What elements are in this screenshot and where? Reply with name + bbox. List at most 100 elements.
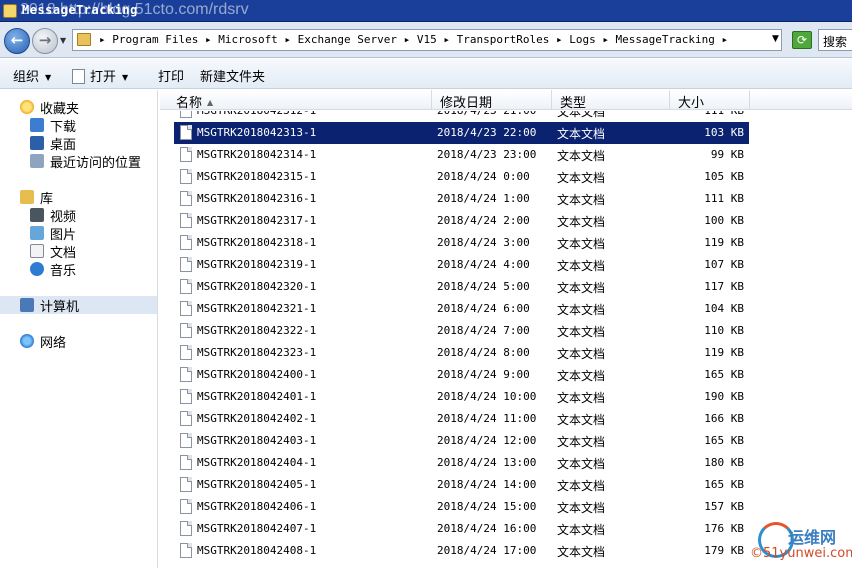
file-row[interactable]: MSGTRK2018042317-1 2018/4/24 2:00 文本文档 100 … — [174, 210, 749, 232]
text-file-icon — [180, 323, 192, 338]
file-row[interactable]: MSGTRK2018042319-1 2018/4/24 4:00 文本文档 107 … — [174, 254, 749, 276]
file-name: MSGTRK2018042319-1 — [197, 258, 317, 271]
file-type: 文本文档 — [557, 413, 606, 427]
file-type: 文本文档 — [557, 111, 606, 119]
column-header-date[interactable]: 修改日期 — [432, 90, 552, 111]
file-date: 2018/4/24 12:00 — [437, 434, 537, 447]
file-date: 2018/4/24 3:00 — [437, 236, 530, 249]
address-input[interactable]: ▸ Program Files ▸ Microsoft ▸ Exchange S… — [72, 29, 782, 51]
file-date: 2018/4/24 15:00 — [437, 500, 537, 513]
recent-places-icon — [30, 154, 44, 168]
file-name: MSGTRK2018042312-1 — [197, 111, 316, 117]
file-type: 文本文档 — [557, 193, 606, 207]
column-header-type[interactable]: 类型 — [552, 90, 670, 111]
file-date: 2018/4/24 2:00 — [437, 214, 530, 227]
text-file-icon — [180, 499, 192, 514]
file-row[interactable]: MSGTRK2018042313-1 2018/4/23 22:00 文本文档 103… — [174, 122, 749, 144]
file-row[interactable]: MSGTRK2018042402-1 2018/4/24 11:00 文本文档 166… — [174, 408, 749, 430]
text-file-icon — [180, 301, 192, 316]
column-header-size[interactable]: 大小 — [670, 90, 750, 111]
print-button[interactable]: 打印 — [158, 66, 184, 85]
nav-computer[interactable]: 计算机 — [0, 296, 157, 315]
search-input[interactable]: 搜索 — [818, 29, 852, 51]
file-type: 文本文档 — [557, 435, 606, 449]
refresh-button[interactable]: ⟳ — [792, 31, 812, 49]
file-row[interactable]: MSGTRK2018042407-1 2018/4/24 16:00 文本文档 176… — [174, 518, 749, 540]
nav-downloads[interactable]: 下载 — [0, 116, 157, 135]
file-row[interactable]: MSGTRK2018042314-1 2018/4/23 23:00 文本文档 99 … — [174, 144, 749, 166]
file-date: 2018/4/23 22:00 — [437, 126, 537, 139]
file-name: MSGTRK2018042320-1 — [197, 280, 317, 293]
text-file-icon — [180, 257, 192, 272]
file-name: MSGTRK2018042318-1 — [197, 236, 317, 249]
file-name: MSGTRK2018042323-1 — [197, 346, 317, 359]
text-file-icon — [180, 345, 192, 360]
file-row[interactable]: MSGTRK2018042323-1 2018/4/24 8:00 文本文档 119 … — [174, 342, 749, 364]
file-row[interactable]: MSGTRK2018042312-1 2018/4/23 21:00 文本文档 111… — [174, 111, 749, 122]
file-name: MSGTRK2018042317-1 — [197, 214, 317, 227]
text-file-icon — [180, 111, 192, 118]
nav-videos[interactable]: 视频 — [0, 206, 157, 225]
file-type: 文本文档 — [557, 479, 606, 493]
file-row[interactable]: MSGTRK2018042320-1 2018/4/24 5:00 文本文档 117 … — [174, 276, 749, 298]
file-row[interactable]: MSGTRK2018042401-1 2018/4/24 10:00 文本文档 190… — [174, 386, 749, 408]
file-row[interactable]: MSGTRK2018042406-1 2018/4/24 15:00 文本文档 157… — [174, 496, 749, 518]
column-headers: 名称 ▲ 修改日期 类型 大小 — [160, 90, 852, 111]
file-row[interactable]: MSGTRK2018042403-1 2018/4/24 12:00 文本文档 165… — [174, 430, 749, 452]
desktop-icon — [30, 136, 44, 150]
nav-favorites[interactable]: 收藏夹 — [0, 98, 157, 117]
organize-label: 组织 — [13, 70, 40, 85]
recent-pages-dropdown[interactable]: ▼ — [60, 36, 66, 45]
nav-libraries[interactable]: 库 — [0, 188, 157, 207]
file-date: 2018/4/24 14:00 — [437, 478, 537, 491]
file-size: 180 KB — [704, 456, 744, 469]
breadcrumb[interactable]: ▸ Program Files ▸ Microsoft ▸ Exchange S… — [99, 33, 728, 46]
music-icon — [30, 262, 44, 276]
text-file-icon — [180, 367, 192, 382]
open-button[interactable]: 打开 ▼ — [72, 66, 128, 85]
address-bar: ← → ▼ ▸ Program Files ▸ Microsoft ▸ Exch… — [0, 22, 852, 58]
file-row[interactable]: MSGTRK2018042408-1 2018/4/24 17:00 文本文档 179… — [174, 540, 749, 562]
column-header-name[interactable]: 名称 ▲ — [160, 90, 432, 111]
folder-icon — [3, 4, 17, 18]
nav-music[interactable]: 音乐 — [0, 260, 157, 279]
text-file-icon — [180, 191, 192, 206]
file-date: 2018/4/23 23:00 — [437, 148, 537, 161]
file-row[interactable]: MSGTRK2018042316-1 2018/4/24 1:00 文本文档 111 … — [174, 188, 749, 210]
file-size: 176 KB — [704, 522, 744, 535]
file-row[interactable]: MSGTRK2018042322-1 2018/4/24 7:00 文本文档 110 … — [174, 320, 749, 342]
nav-desktop[interactable]: 桌面 — [0, 134, 157, 153]
nav-documents[interactable]: 文档 — [0, 242, 157, 261]
file-type: 文本文档 — [557, 281, 606, 295]
file-type: 文本文档 — [557, 347, 606, 361]
file-row[interactable]: MSGTRK2018042405-1 2018/4/24 14:00 文本文档 165… — [174, 474, 749, 496]
file-row[interactable]: MSGTRK2018042404-1 2018/4/24 13:00 文本文档 180… — [174, 452, 749, 474]
nav-pictures[interactable]: 图片 — [0, 224, 157, 243]
file-type: 文本文档 — [557, 259, 606, 273]
new-folder-button[interactable]: 新建文件夹 — [200, 66, 265, 85]
nav-network[interactable]: 网络 — [0, 332, 157, 351]
file-type: 文本文档 — [557, 149, 606, 163]
organize-button[interactable]: 组织 ▼ — [13, 66, 51, 85]
text-file-icon — [180, 389, 192, 404]
file-name: MSGTRK2018042313-1 — [197, 126, 317, 139]
logo-text-bottom: ©51yunwei.com — [750, 546, 852, 561]
file-row[interactable]: MSGTRK2018042400-1 2018/4/24 9:00 文本文档 165 … — [174, 364, 749, 386]
file-size: 190 KB — [704, 390, 744, 403]
document-icon — [30, 244, 44, 258]
nav-recent-places[interactable]: 最近访问的位置 — [0, 152, 157, 171]
logo-text-top: 运维网 — [788, 528, 837, 547]
address-history-dropdown[interactable]: ▼ — [772, 34, 779, 44]
file-name: MSGTRK2018042402-1 — [197, 412, 317, 425]
file-date: 2018/4/24 17:00 — [437, 544, 537, 557]
file-type: 文本文档 — [557, 457, 606, 471]
file-type: 文本文档 — [557, 369, 606, 383]
file-row[interactable]: MSGTRK2018042321-1 2018/4/24 6:00 文本文档 104 … — [174, 298, 749, 320]
file-row[interactable]: MSGTRK2018042315-1 2018/4/24 0:00 文本文档 105 … — [174, 166, 749, 188]
forward-button[interactable]: → — [32, 28, 58, 54]
title-bar: MessageTracking 2018 http://blog.51cto.c… — [0, 0, 852, 22]
file-row[interactable]: MSGTRK2018042318-1 2018/4/24 3:00 文本文档 119 … — [174, 232, 749, 254]
back-button[interactable]: ← — [4, 28, 30, 54]
text-file-icon — [180, 147, 192, 162]
file-size: 165 KB — [704, 478, 744, 491]
